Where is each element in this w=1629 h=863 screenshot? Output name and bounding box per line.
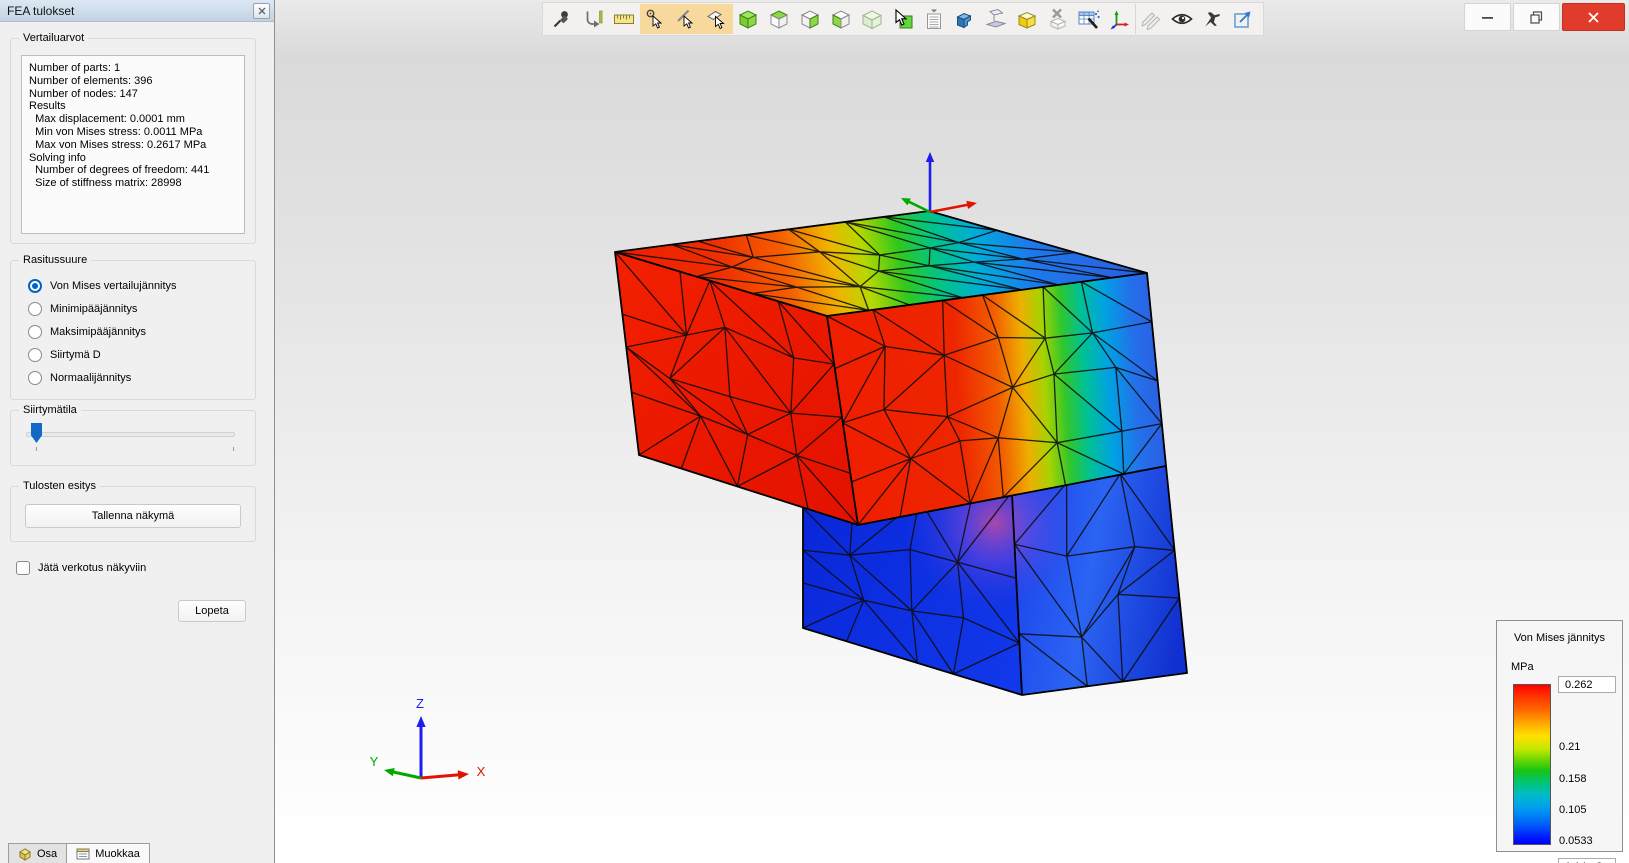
flyby-icon[interactable] (1197, 4, 1228, 34)
close-window-button[interactable] (1562, 3, 1625, 31)
unfold-icon[interactable] (980, 4, 1011, 34)
pop-out-icon[interactable] (1228, 4, 1259, 34)
view-box-icon[interactable] (857, 4, 888, 34)
minimize-button[interactable] (1464, 3, 1511, 31)
sketch-icon[interactable] (1135, 4, 1166, 34)
dimension-icon[interactable] (578, 4, 609, 34)
svg-text:Z: Z (416, 696, 424, 711)
legend-tick-label: 0.158 (1559, 773, 1587, 785)
legend-panel: Von Mises jännitys MPa 0.21 0.158 0.105 … (1496, 620, 1623, 863)
legend-tick-label: 0.21 (1559, 741, 1581, 753)
tab-muokkaa[interactable]: Muokkaa (67, 843, 150, 863)
legend-min-input[interactable] (1558, 858, 1616, 863)
feature-list-icon[interactable] (918, 4, 949, 34)
application-window: ZYX Von Mises jännitys MPa 0.262 0.21 0.… (0, 0, 1629, 863)
fea-table-icon[interactable] (1073, 4, 1104, 34)
ruler-icon[interactable] (609, 4, 640, 34)
visibility-icon[interactable] (1166, 4, 1197, 34)
svg-text:Y: Y (370, 754, 379, 769)
part-icon (19, 847, 31, 861)
tab-osa[interactable]: Osa (8, 843, 68, 863)
view-right-icon[interactable] (795, 4, 826, 34)
svg-text:X: X (477, 764, 486, 779)
select-face-icon[interactable] (702, 4, 733, 34)
legend-unit: MPa (1511, 661, 1534, 673)
legend-tick-label: 0.0533 (1559, 835, 1593, 847)
3d-viewport[interactable]: Z Y X (0, 0, 1629, 863)
legend-colorbar (1513, 684, 1551, 845)
legend-max-input[interactable] (1558, 676, 1616, 693)
view-left-icon[interactable] (826, 4, 857, 34)
select-solid-icon[interactable] (887, 4, 918, 34)
crate-icon[interactable] (1011, 4, 1042, 34)
select-edge-icon[interactable] (671, 4, 702, 34)
pin-icon[interactable] (547, 4, 578, 34)
axes-icon[interactable] (1104, 4, 1135, 34)
restore-button[interactable] (1513, 3, 1560, 31)
edit-form-icon (76, 848, 90, 859)
legend-title: Von Mises jännitys (1513, 632, 1606, 644)
view-top-icon[interactable] (764, 4, 795, 34)
solid-part-icon[interactable] (949, 4, 980, 34)
select-point-icon[interactable] (640, 4, 671, 34)
document-tabs: Osa Muokkaa (8, 843, 150, 863)
delete-solid-icon[interactable] (1042, 4, 1073, 34)
legend-tick-label: 0.105 (1559, 804, 1587, 816)
view-solid-icon[interactable] (733, 4, 764, 34)
main-toolbar (542, 2, 1264, 36)
